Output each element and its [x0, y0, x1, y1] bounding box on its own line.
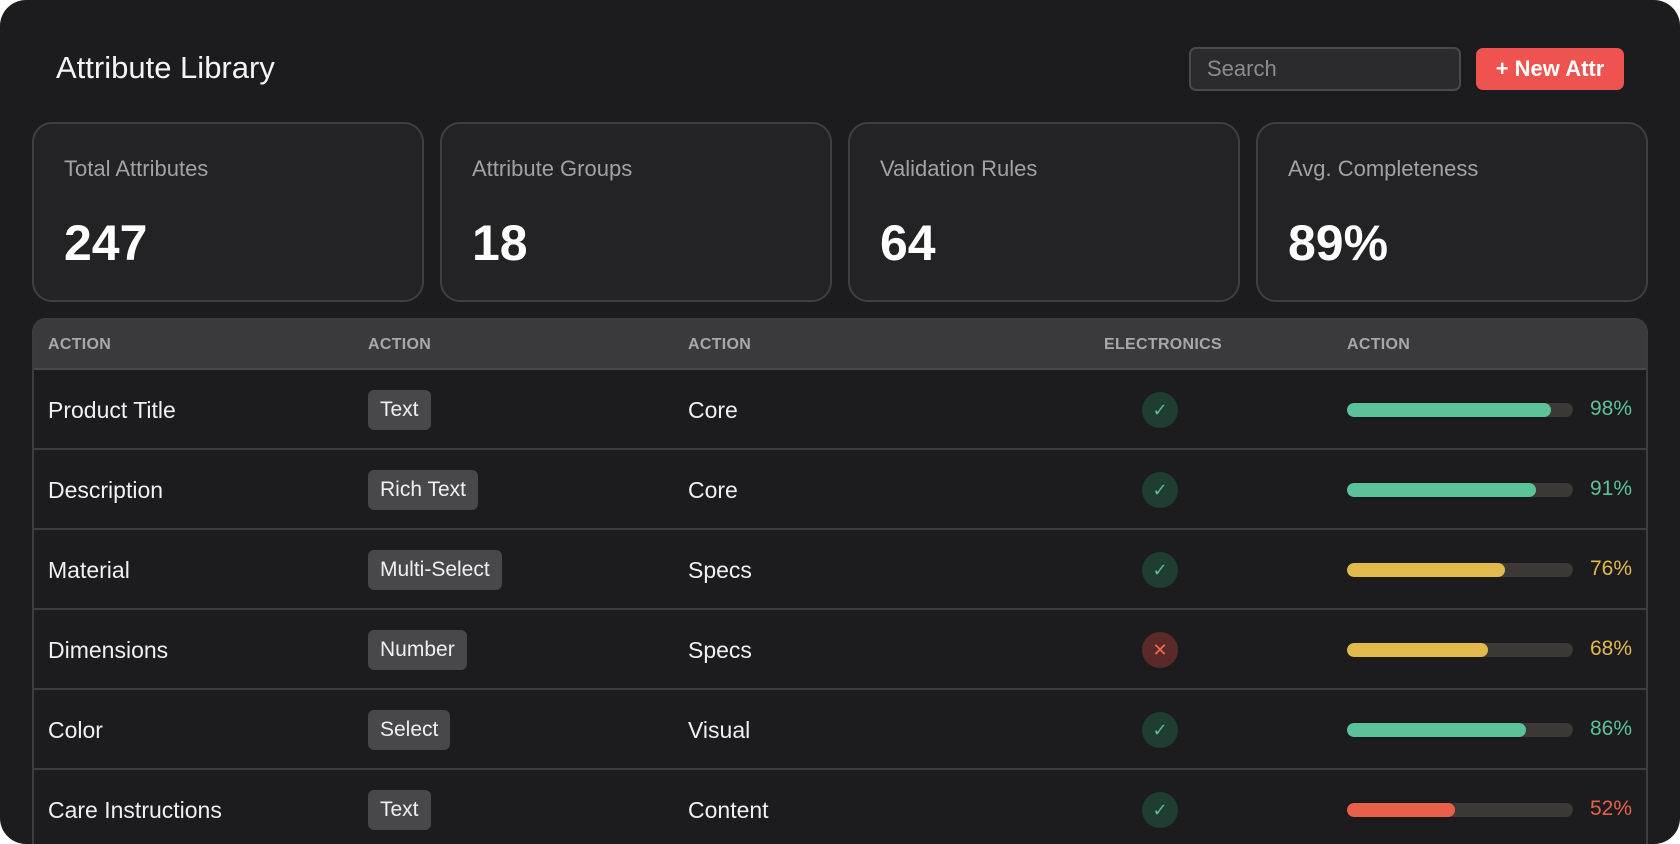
attribute-name: Product Title — [48, 397, 176, 423]
completeness-percent: 52% — [1589, 797, 1632, 820]
completeness-bar — [1347, 403, 1573, 417]
stat-value: 247 — [64, 215, 148, 271]
column-header[interactable]: ACTION — [48, 336, 111, 354]
stat-label: Total Attributes — [64, 156, 209, 181]
completeness-bar — [1347, 723, 1573, 737]
attributes-table: ACTION ACTION ACTION ELECTRONICS ACTION … — [32, 318, 1648, 844]
stat-label: Attribute Groups — [472, 156, 633, 181]
search-input[interactable] — [1189, 47, 1461, 91]
stat-value: 89% — [1288, 215, 1389, 271]
completeness-bar — [1347, 563, 1573, 577]
type-badge: Number — [368, 630, 467, 670]
stat-card-validation-rules: Validation Rules 64 — [848, 122, 1240, 302]
column-header[interactable]: ELECTRONICS — [1104, 336, 1222, 354]
type-badge: Rich Text — [368, 470, 478, 510]
attribute-group: Specs — [688, 637, 752, 663]
check-icon: ✓ — [1142, 792, 1178, 828]
completeness-bar — [1347, 483, 1573, 497]
completeness-bar — [1347, 643, 1573, 657]
check-icon: ✓ — [1142, 392, 1178, 428]
attribute-group: Core — [688, 477, 738, 503]
attribute-group: Visual — [688, 717, 751, 743]
attribute-group: Core — [688, 397, 738, 423]
attribute-group: Content — [688, 797, 769, 823]
column-header[interactable]: ACTION — [688, 336, 751, 354]
attribute-name: Color — [48, 717, 103, 743]
completeness-bar-fill — [1347, 563, 1506, 577]
check-icon: ✓ — [1142, 472, 1178, 508]
completeness-bar-fill — [1347, 723, 1526, 737]
stat-card-total-attributes: Total Attributes 247 — [32, 122, 424, 302]
close-icon: ✕ — [1142, 632, 1178, 668]
table-row[interactable]: Product Title Text Core ✓ 98% — [34, 370, 1646, 450]
attribute-name: Dimensions — [48, 637, 169, 663]
completeness-percent: 91% — [1589, 477, 1632, 500]
type-badge: Text — [368, 390, 431, 430]
stat-value: 64 — [880, 215, 936, 271]
completeness-bar — [1347, 803, 1573, 817]
completeness-percent: 86% — [1589, 717, 1632, 740]
table-row[interactable]: Color Select Visual ✓ 86% — [34, 690, 1646, 770]
attribute-name: Material — [48, 557, 130, 583]
completeness-percent: 68% — [1589, 637, 1632, 660]
stat-label: Validation Rules — [880, 156, 1038, 181]
attribute-name: Description — [48, 477, 164, 503]
stat-value: 18 — [472, 215, 528, 271]
type-badge: Multi-Select — [368, 550, 502, 590]
table-header: ACTION ACTION ACTION ELECTRONICS ACTION — [34, 320, 1646, 370]
completeness-bar-fill — [1347, 643, 1489, 657]
table-row[interactable]: Material Multi-Select Specs ✓ 76% — [34, 530, 1646, 610]
attribute-library-panel: Attribute Library + New Attr Total Attri… — [0, 0, 1680, 844]
stat-card-avg-completeness: Avg. Completeness 89% — [1256, 122, 1648, 302]
column-header[interactable]: ACTION — [1347, 336, 1410, 354]
stat-label: Avg. Completeness — [1288, 156, 1479, 181]
attribute-name: Care Instructions — [48, 797, 222, 823]
completeness-bar-fill — [1347, 803, 1456, 817]
table-row[interactable]: Description Rich Text Core ✓ 91% — [34, 450, 1646, 530]
type-badge: Text — [368, 790, 431, 830]
type-badge: Select — [368, 710, 451, 750]
table-row[interactable]: Dimensions Number Specs ✕ 68% — [34, 610, 1646, 690]
page-title: Attribute Library — [56, 50, 275, 85]
stat-card-attribute-groups: Attribute Groups 18 — [440, 122, 832, 302]
completeness-bar-fill — [1347, 403, 1551, 417]
completeness-percent: 98% — [1589, 397, 1632, 420]
new-attribute-button[interactable]: + New Attr — [1476, 48, 1624, 90]
check-icon: ✓ — [1142, 712, 1178, 748]
completeness-bar-fill — [1347, 483, 1537, 497]
table-row[interactable]: Care Instructions Text Content ✓ 52% — [34, 770, 1646, 844]
column-header[interactable]: ACTION — [368, 336, 431, 354]
attribute-group: Specs — [688, 557, 752, 583]
check-icon: ✓ — [1142, 552, 1178, 588]
completeness-percent: 76% — [1589, 557, 1632, 580]
